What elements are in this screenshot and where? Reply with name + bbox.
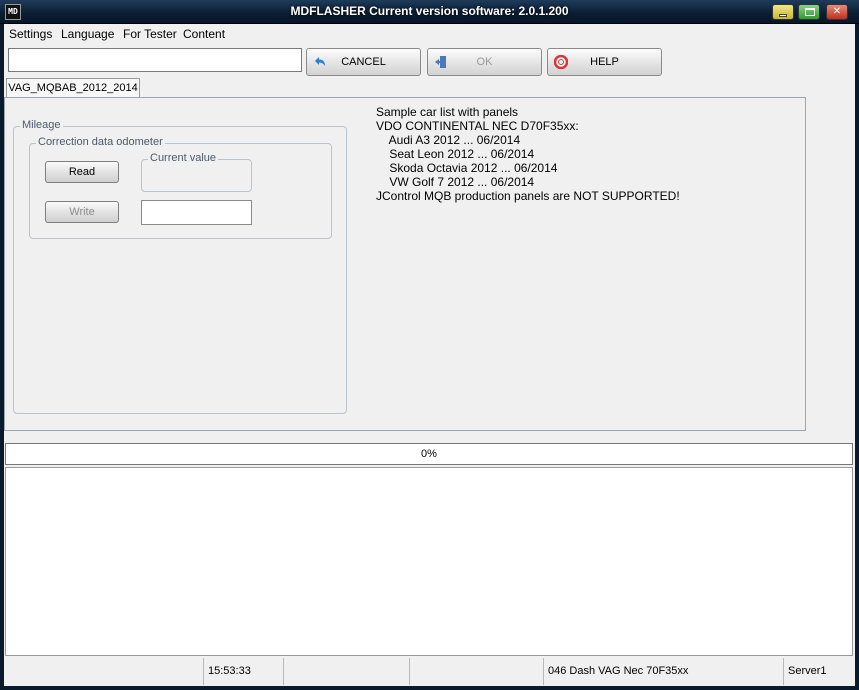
mileage-group-title: Mileage xyxy=(20,119,63,131)
log-area[interactable] xyxy=(5,467,853,656)
info-line: JControl MQB production panels are NOT S… xyxy=(376,189,680,203)
menu-content[interactable]: Content xyxy=(183,27,225,41)
status-device: 046 Dash VAG Nec 70F35xx xyxy=(544,658,784,685)
menu-bar: Settings Language For Tester Content xyxy=(4,24,855,44)
status-cell xyxy=(4,658,204,685)
minimize-button[interactable] xyxy=(772,4,794,20)
menu-settings[interactable]: Settings xyxy=(9,27,52,41)
correction-group: Correction data odometer Read Write Curr… xyxy=(29,136,332,239)
lifebuoy-icon xyxy=(554,55,568,69)
maximize-icon xyxy=(805,8,815,16)
menu-for-tester[interactable]: For Tester xyxy=(123,27,177,41)
window-title: MDFLASHER Current version software: 2.0.… xyxy=(290,4,569,18)
status-bar: 15:53:33 046 Dash VAG Nec 70F35xx Server… xyxy=(4,658,855,686)
read-button[interactable]: Read xyxy=(45,161,119,183)
title-bar[interactable]: MD MDFLASHER Current version software: 2… xyxy=(0,0,859,24)
progress-bar: 0% xyxy=(5,443,853,465)
cancel-label: CANCEL xyxy=(341,56,386,68)
correction-group-title: Correction data odometer xyxy=(36,136,165,148)
maximize-button[interactable] xyxy=(798,4,820,20)
help-label: HELP xyxy=(590,56,619,68)
info-line: Sample car list with panels xyxy=(376,105,519,119)
vehicle-input[interactable] xyxy=(8,48,302,72)
help-button[interactable]: HELP xyxy=(547,48,662,76)
info-line: Seat Leon 2012 ... 06/2014 xyxy=(376,147,535,161)
close-button[interactable]: ✕ xyxy=(826,4,848,20)
info-line: Skoda Octavia 2012 ... 06/2014 xyxy=(376,161,558,175)
info-line: VW Golf 7 2012 ... 06/2014 xyxy=(376,175,535,189)
window-frame-right xyxy=(855,24,859,690)
window-frame-bottom xyxy=(0,686,859,690)
info-line: Audi A3 2012 ... 06/2014 xyxy=(376,133,521,147)
info-line: VDO CONTINENTAL NEC D70F35xx: xyxy=(376,119,579,133)
ok-button[interactable]: OK xyxy=(427,48,542,76)
status-server: Server1 xyxy=(788,665,827,677)
client-area: Settings Language For Tester Content CAN… xyxy=(4,24,855,686)
menu-language[interactable]: Language xyxy=(61,27,114,41)
undo-arrow-icon xyxy=(315,57,325,66)
door-exit-icon xyxy=(435,56,446,68)
current-value-title: Current value xyxy=(148,152,219,164)
status-time: 15:53:33 xyxy=(204,658,284,685)
tab-vag-mqbab[interactable]: VAG_MQBAB_2012_2014 xyxy=(6,78,140,98)
tab-panel: Mileage Correction data odometer Read Wr… xyxy=(4,97,806,431)
minimize-icon xyxy=(779,14,787,17)
ok-label: OK xyxy=(476,56,493,68)
status-cell xyxy=(410,658,544,685)
close-icon: ✕ xyxy=(832,6,842,17)
current-value-group: Current value xyxy=(141,152,252,192)
cancel-button[interactable]: CANCEL xyxy=(306,48,421,76)
write-value-input[interactable] xyxy=(141,200,252,225)
write-button[interactable]: Write xyxy=(45,201,119,223)
progress-label: 0% xyxy=(421,448,437,460)
mileage-group: Mileage Correction data odometer Read Wr… xyxy=(13,119,347,414)
status-cell xyxy=(284,658,410,685)
